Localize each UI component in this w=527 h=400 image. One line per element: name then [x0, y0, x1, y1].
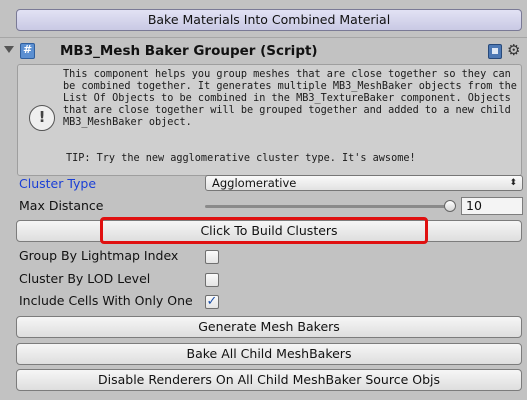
component-title: MB3_Mesh Baker Grouper (Script) — [60, 43, 318, 59]
cluster-lod-label: Cluster By LOD Level — [19, 271, 151, 286]
script-icon — [20, 43, 35, 59]
help-book-icon[interactable] — [488, 44, 502, 59]
group-lightmap-label: Group By Lightmap Index — [19, 248, 179, 263]
disable-renderers-button[interactable]: Disable Renderers On All Child MeshBaker… — [16, 369, 522, 391]
gear-icon[interactable]: ⚙ — [507, 41, 520, 59]
help-tip: TIP: Try the new agglomerative cluster t… — [66, 153, 416, 164]
include-cells-label: Include Cells With Only One — [19, 293, 193, 308]
include-cells-checkbox[interactable]: ✓ — [205, 295, 219, 309]
bake-all-button[interactable]: Bake All Child MeshBakers — [16, 343, 522, 365]
cluster-lod-checkbox[interactable] — [205, 273, 219, 287]
max-distance-label: Max Distance — [19, 198, 104, 213]
max-distance-slider-thumb[interactable] — [444, 200, 456, 212]
cluster-type-value: Agglomerative — [212, 176, 297, 190]
build-clusters-button[interactable]: Click To Build Clusters — [16, 220, 522, 242]
checkmark-icon: ✓ — [206, 294, 218, 309]
generate-mesh-bakers-button[interactable]: Generate Mesh Bakers — [16, 316, 522, 338]
dropdown-arrows-icon: ⬍ — [509, 178, 517, 188]
foldout-arrow-icon[interactable] — [4, 46, 14, 53]
bake-materials-button[interactable]: Bake Materials Into Combined Material — [16, 9, 522, 31]
help-text: This component helps you group meshes th… — [63, 69, 517, 128]
max-distance-input[interactable]: 10 — [461, 197, 523, 215]
max-distance-slider-track[interactable] — [205, 205, 453, 208]
info-icon: ! — [29, 105, 55, 131]
group-lightmap-checkbox[interactable] — [205, 250, 219, 264]
component-header: MB3_Mesh Baker Grouper (Script) ⚙ — [0, 40, 527, 64]
divider — [0, 37, 527, 38]
cluster-type-label: Cluster Type — [19, 176, 97, 191]
help-box: ! This component helps you group meshes … — [17, 64, 522, 176]
cluster-type-dropdown[interactable]: Agglomerative ⬍ — [205, 175, 523, 191]
